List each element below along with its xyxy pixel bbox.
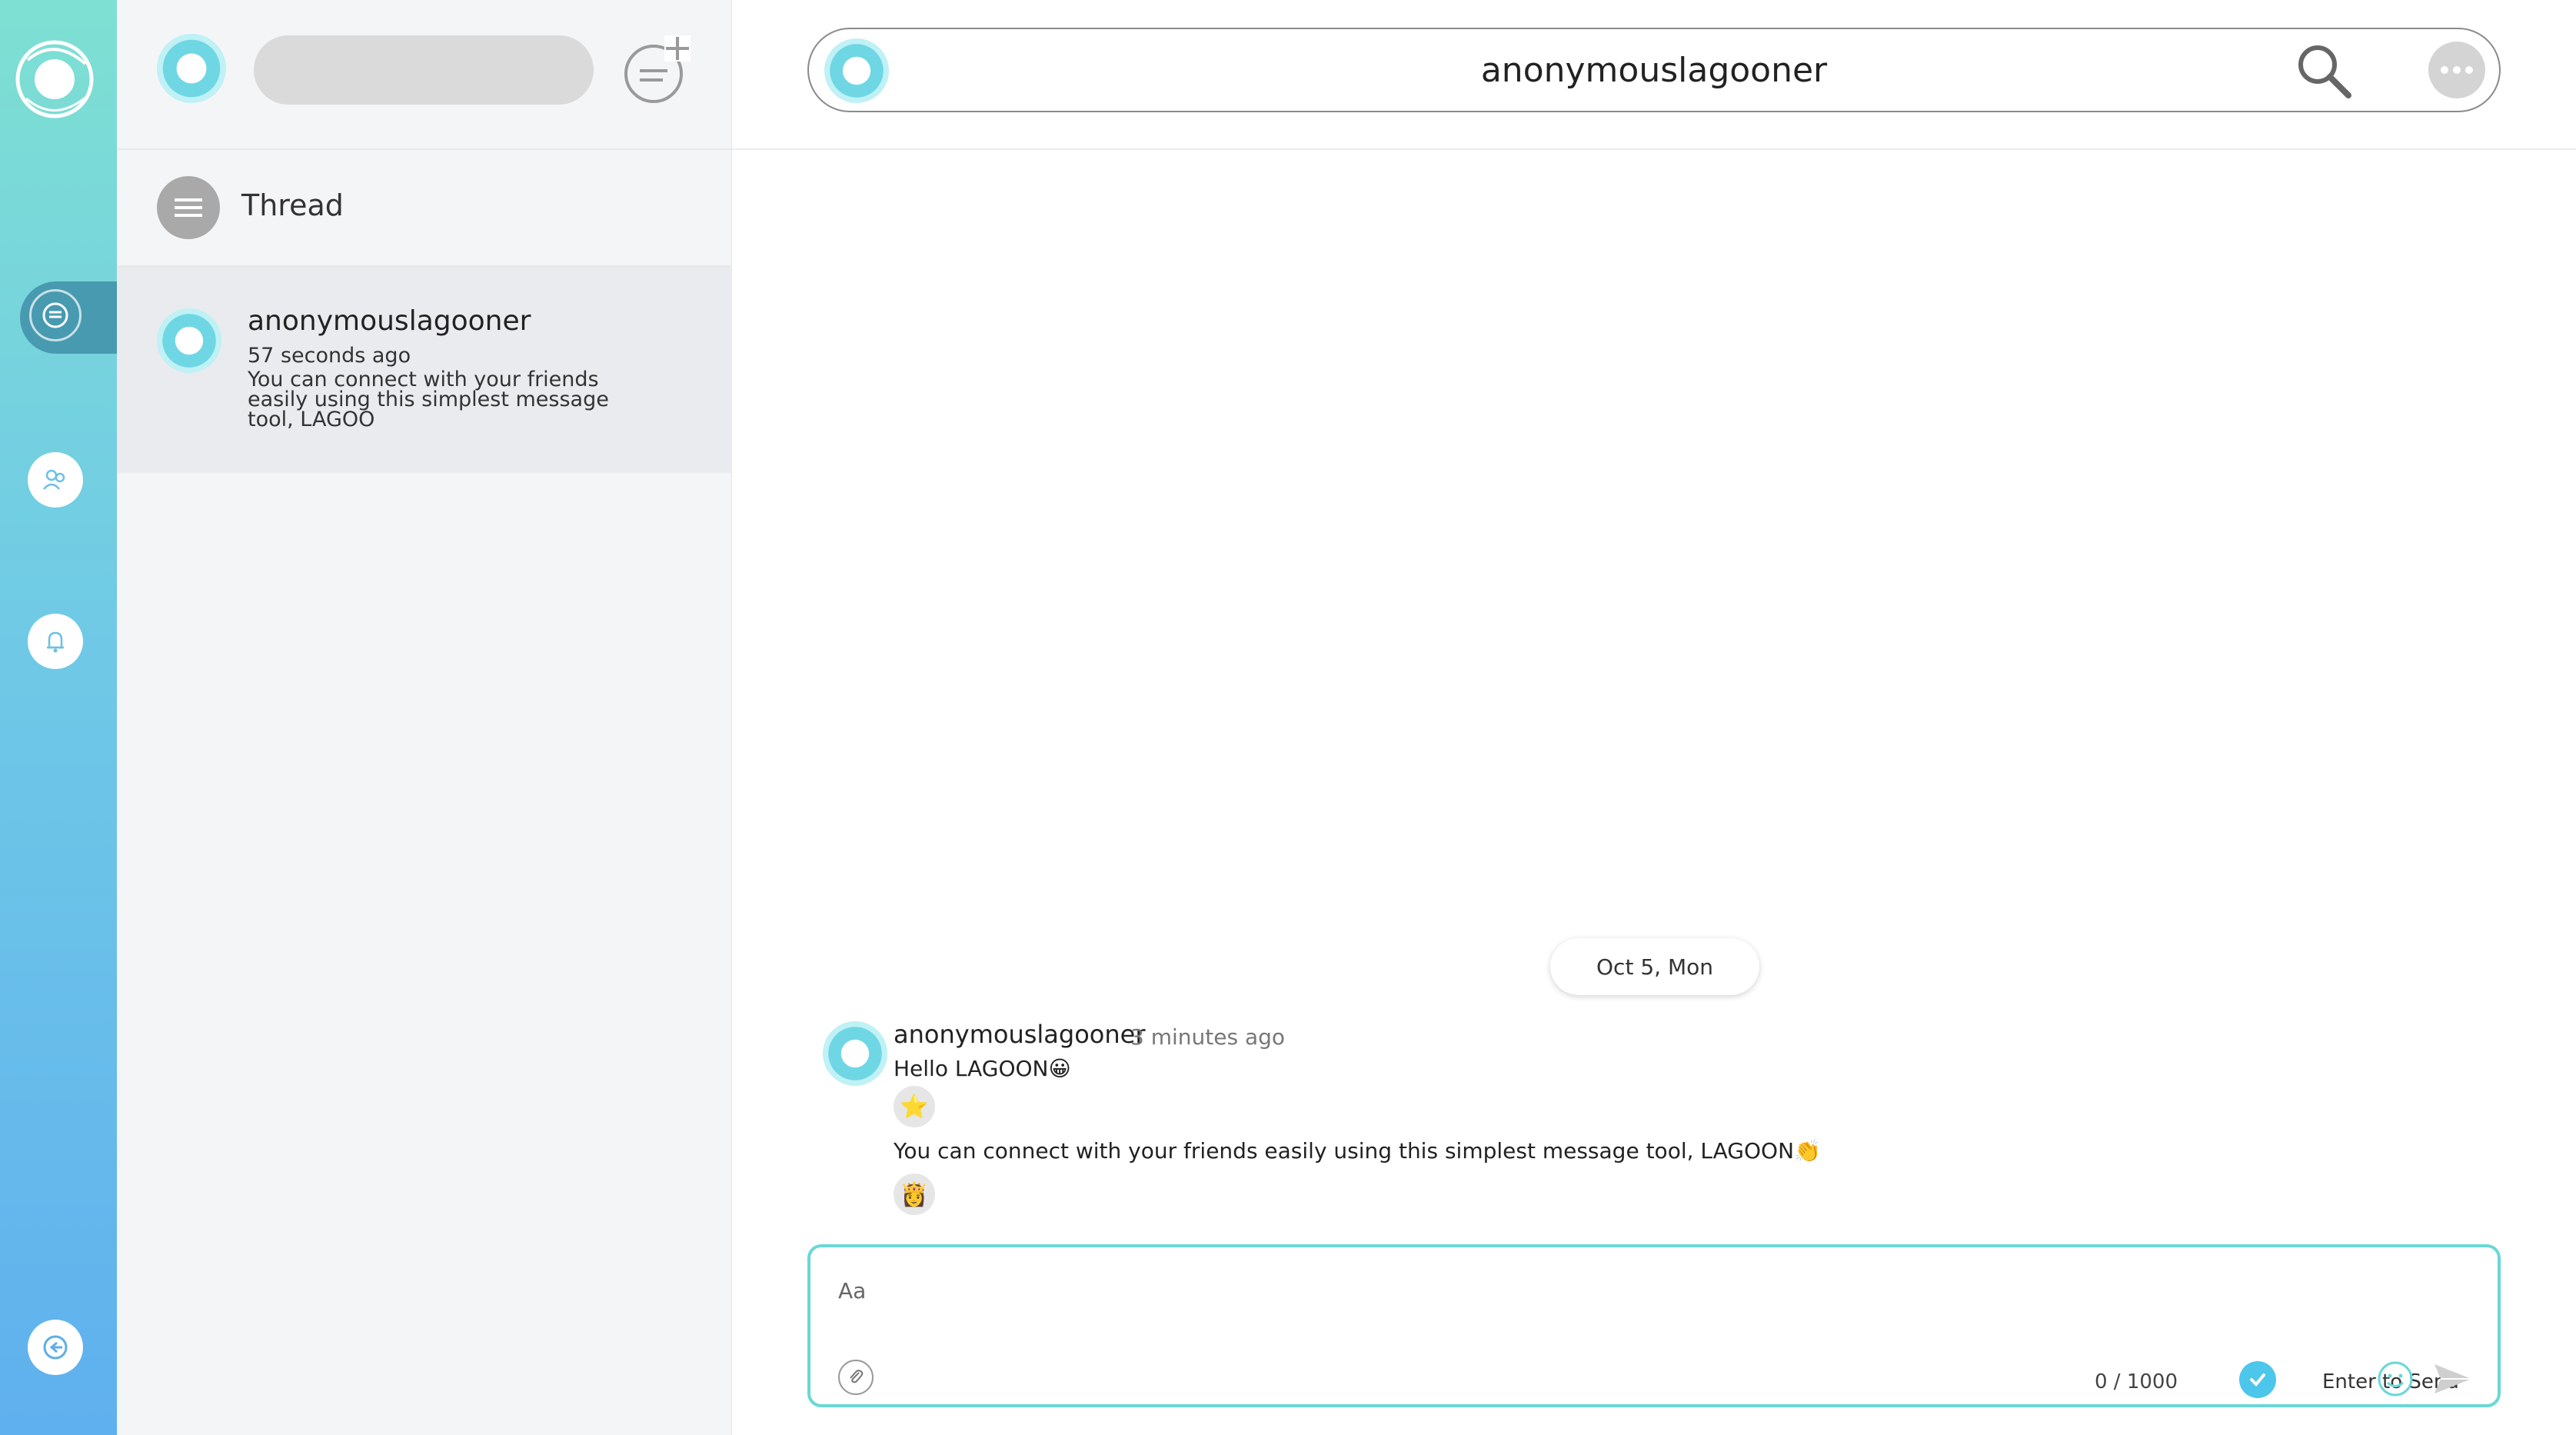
left-rail [0,0,117,1435]
logout-icon [43,1335,68,1360]
emoji-icon[interactable] [2376,1360,2415,1398]
chat-icon [42,302,68,328]
enter-to-send-toggle[interactable] [2239,1361,2276,1398]
date-separator: Oct 5, Mon [1550,938,1759,995]
paperclip-icon [850,1370,864,1383]
menu-icon [157,176,220,239]
message-composer[interactable]: Aa 0 / 1000 Enter to Send [807,1244,2501,1407]
panel-header [117,0,732,150]
header-bar: anonymouslagooner [807,28,2501,112]
lagoon-logo-icon[interactable] [12,37,97,122]
more-options-button[interactable] [2428,42,2485,98]
thread-row[interactable]: Thread [117,150,732,267]
panel-search-input[interactable] [254,35,594,105]
friends-icon [43,469,65,490]
thread-panel: Thread anonymouslagooner 57 seconds ago … [117,0,732,1435]
conversation-name: anonymouslagooner [248,305,531,337]
attach-button[interactable] [838,1360,874,1395]
chat-header: anonymouslagooner [732,0,2576,150]
bell-icon [47,631,64,653]
message-reaction[interactable]: 👸 [894,1174,935,1215]
message-sender: anonymouslagooner [894,1020,1146,1049]
message-input[interactable]: Aa [838,1278,866,1303]
character-counter: 0 / 1000 [2095,1370,2178,1393]
message-text: You can connect with your friends easily… [894,1138,1821,1164]
thread-label: Thread [241,188,344,222]
user-avatar[interactable] [157,34,226,103]
conversation-snippet: You can connect with your friends easily… [248,368,609,431]
new-chat-icon[interactable] [623,32,692,106]
search-icon[interactable] [2293,40,2355,102]
rail-logout-button[interactable] [28,1320,83,1375]
rail-notifications-button[interactable] [28,614,83,669]
check-icon [2250,1373,2265,1387]
rail-friends-button[interactable] [28,452,83,508]
message-avatar[interactable] [823,1021,887,1086]
chat-title: anonymouslagooner [1480,50,1828,90]
chat-main: anonymouslagooner Oct 5, Mon anonymousla… [732,0,2576,1435]
conversation-item[interactable]: anonymouslagooner 57 seconds ago You can… [117,267,732,473]
message-reaction[interactable]: ⭐ [894,1086,935,1127]
conversation-time: 57 seconds ago [248,344,411,368]
rail-chat-button[interactable] [29,289,82,341]
conversation-avatar [157,308,221,373]
more-dots-icon [2441,66,2473,74]
message-text: Hello LAGOON😀 [894,1056,1071,1081]
message-time: 3 minutes ago [1130,1024,1286,1050]
send-icon[interactable] [2431,1360,2474,1398]
